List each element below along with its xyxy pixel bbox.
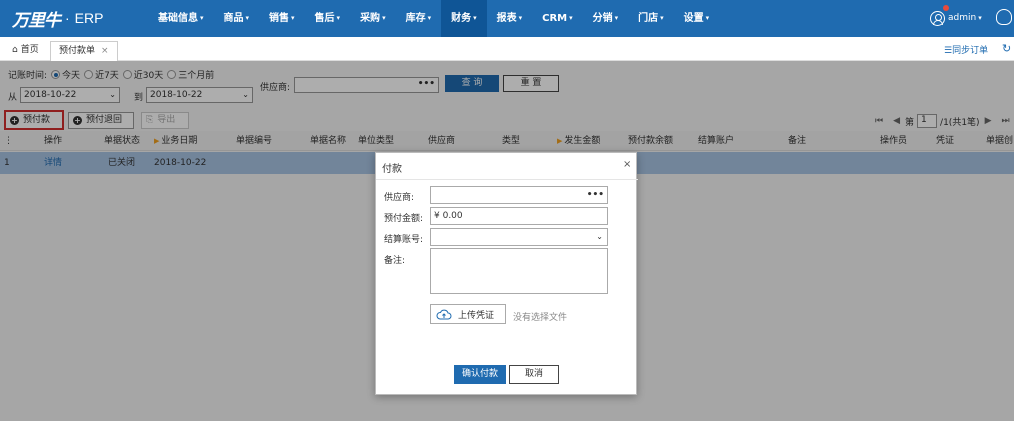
nav-label: CRM [542, 13, 568, 24]
nav-label: 库存 [405, 13, 426, 24]
top-navbar: 万里牛 · ERP 基础信息 ▾ 商品 ▾ 销售 ▾ 售后 ▾ 采购 ▾ 库存 ▾ 财务 ▾ … [0, 0, 1014, 37]
nav-item-inventory[interactable]: 库存 ▾ [396, 0, 442, 37]
chevron-down-icon: ▾ [245, 14, 250, 22]
amount-value: ¥ 0.00 [434, 211, 463, 221]
nav-label: 门店 [638, 13, 659, 24]
nav-label: 设置 [683, 13, 704, 24]
chevron-down-icon: ▾ [473, 14, 477, 22]
notification-dot [943, 5, 949, 11]
sync-orders-link[interactable]: ☰同步订单 [944, 43, 988, 56]
nav-label: 分销 [592, 13, 613, 24]
supplier-input[interactable]: ••• [430, 186, 608, 204]
nav-item-sales[interactable]: 销售 ▾ [259, 0, 305, 37]
dialog-title: 付款 [382, 164, 402, 175]
main-nav: 基础信息 ▾ 商品 ▾ 销售 ▾ 售后 ▾ 采购 ▾ 库存 ▾ 财务 ▾ 报表 ▾ CRM ▾ 分… [148, 0, 719, 37]
chevron-down-icon: ▾ [614, 14, 619, 22]
nav-label: 财务 [451, 13, 472, 24]
divider [376, 179, 638, 180]
nav-item-after-sales[interactable]: 售后 ▾ [305, 0, 351, 37]
chevron-down-icon: ▾ [382, 14, 386, 22]
app-logo[interactable]: 万里牛 · ERP [12, 7, 104, 31]
confirm-payment-button[interactable]: 确认付款 [454, 365, 506, 384]
user-icon [930, 10, 945, 26]
close-icon[interactable]: × [623, 159, 631, 170]
amount-input[interactable]: ¥ 0.00 [430, 207, 608, 225]
tab-label: 预付款单 [59, 46, 96, 56]
chevron-down-icon: ▾ [660, 14, 664, 22]
nav-item-stores[interactable]: 门店 ▾ [628, 0, 674, 37]
chevron-down-icon: ▾ [978, 14, 982, 22]
logo-text: ERP [74, 10, 104, 26]
chevron-down-icon: ▾ [336, 14, 341, 22]
account-label: 结算账号: [384, 235, 424, 245]
nav-item-products[interactable]: 商品 ▾ [214, 0, 260, 37]
nav-label: 采购 [360, 13, 381, 24]
upload-voucher-button[interactable]: 上传凭证 [430, 304, 506, 324]
note-label: 备注: [384, 256, 406, 266]
chevron-down-icon: ▾ [291, 14, 295, 22]
nav-item-purchase[interactable]: 采购 ▾ [350, 0, 396, 37]
close-icon[interactable]: × [101, 46, 109, 56]
nav-item-basic-info[interactable]: 基础信息 ▾ [148, 0, 214, 37]
logo-separator: · [65, 10, 70, 26]
nav-item-reports[interactable]: 报表 ▾ [487, 0, 533, 37]
logo-mark: 万里牛 [12, 10, 61, 31]
nav-label: 销售 [269, 13, 290, 24]
tab-home[interactable]: ⌂ 首页 [4, 41, 47, 61]
nav-item-distribution[interactable]: 分销 ▾ [583, 0, 629, 37]
tab-prepayment[interactable]: 预付款单 × [50, 41, 118, 61]
headset-icon[interactable] [996, 9, 1012, 25]
upload-cloud-icon [436, 309, 452, 319]
chevron-down-icon: ▾ [200, 14, 204, 22]
chevron-down-icon: ⌄ [596, 232, 603, 241]
chevron-down-icon: ▾ [705, 14, 710, 22]
nav-item-crm[interactable]: CRM ▾ [532, 0, 583, 37]
nav-label: 基础信息 [158, 13, 198, 24]
refresh-icon[interactable]: ↻ [1002, 42, 1011, 55]
account-select[interactable]: ⌄ [430, 228, 608, 246]
chevron-down-icon: ▾ [518, 14, 523, 22]
supplier-label: 供应商: [384, 193, 415, 203]
amount-label: 预付金额: [384, 214, 424, 224]
upload-label: 上传凭证 [458, 310, 495, 321]
home-icon: ⌂ [12, 45, 18, 55]
cancel-button[interactable]: 取消 [509, 365, 559, 384]
nav-label: 商品 [223, 13, 244, 24]
tab-label: 首页 [20, 45, 39, 55]
sync-label: 同步订单 [952, 46, 989, 56]
nav-label: 售后 [314, 13, 335, 24]
nav-item-finance[interactable]: 财务 ▾ [441, 0, 487, 37]
user-menu[interactable]: admin ▾ [930, 9, 982, 27]
payment-dialog: 付款 × 供应商: ••• 预付金额: ¥ 0.00 结算账号: ⌄ 备注: 上… [375, 152, 638, 395]
more-icon[interactable]: ••• [587, 187, 604, 203]
no-file-text: 没有选择文件 [513, 313, 568, 323]
note-textarea[interactable] [430, 248, 608, 294]
chevron-down-icon: ▾ [427, 14, 432, 22]
chevron-down-icon: ▾ [569, 14, 573, 22]
menu-icon: ☰ [944, 46, 953, 56]
nav-item-settings[interactable]: 设置 ▾ [674, 0, 720, 37]
tab-bar: ⌂ 首页 预付款单 × [0, 37, 1014, 61]
nav-label: 报表 [496, 13, 517, 24]
user-name: admin [948, 13, 977, 23]
